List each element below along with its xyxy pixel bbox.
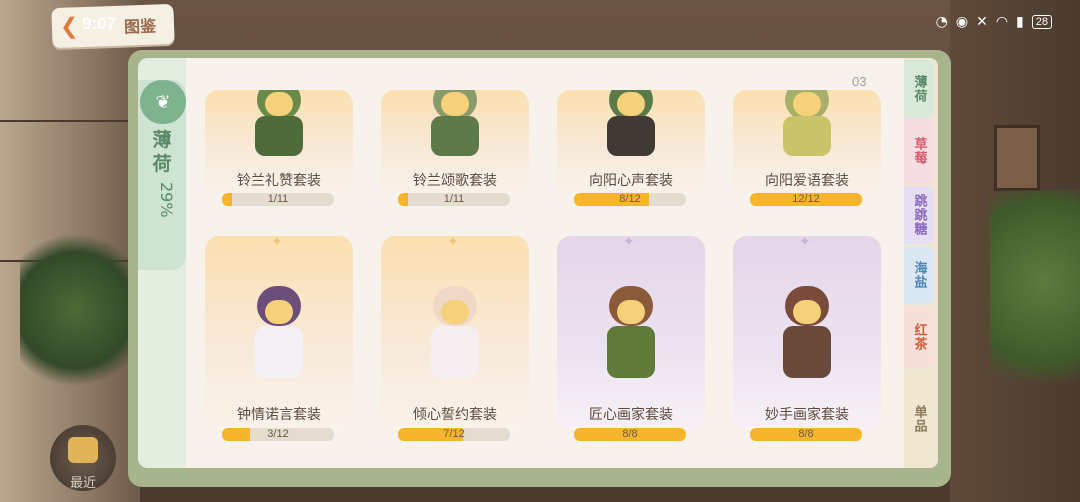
outfit-card[interactable]: ✦ 匠心画家套装 [557,236,705,429]
progress-count: 1/11 [443,193,465,205]
outfit-name: 妙手画家套装 [765,407,849,423]
outfit-character-image [763,256,851,378]
sparkle-icon: ✦ [799,236,811,250]
eye-icon: ◉ [955,14,969,30]
status-icons: ◔ ◉ ✕ ◠ ▮ 28 [936,14,1052,30]
outfit-card[interactable]: ✦ 倾心誓约套装 [381,236,529,429]
outfit-card[interactable]: 向阳心声套装 [557,90,705,195]
outfit-name: 向阳爱语套装 [765,173,849,189]
collection-progress-bar: 7/12 [398,428,510,441]
collection-progress-bar: 8/12 [574,193,686,206]
outfit-name: 钟情诺言套装 [237,407,321,423]
sparkle-icon: ✦ [271,236,283,250]
tab-2[interactable]: 草莓 [904,118,934,184]
tab-4[interactable]: 海盐 [904,246,934,304]
outfit-name: 铃兰礼赞套装 [237,173,321,189]
tab-6[interactable]: 单品 [904,370,934,468]
progress-count: 7/12 [443,428,465,440]
progress-count: 8/8 [622,428,638,440]
outfit-card[interactable]: ✦ 妙手画家套装 [733,236,881,429]
outfit-card[interactable]: ✦ 钟情诺言套装 [205,236,353,429]
outfit-card[interactable]: 向阳爱语套装 [733,90,881,195]
series-progress-percent: 29% [157,182,176,218]
sparkle-icon: ✦ [447,236,459,250]
tab-5[interactable]: 红茶 [904,306,934,368]
wall-plank [0,120,140,122]
page-title: 图鉴 [123,16,157,37]
recent-button[interactable]: 最近 [50,425,116,491]
chest-icon [68,437,98,463]
plant-decoration [990,190,1080,420]
series-name-char: 荷 [152,153,172,175]
wifi-icon: ◠ [995,14,1009,30]
wall-picture [994,125,1040,191]
status-time: 9:07 [82,14,117,33]
series-name-char: 薄 [152,129,172,151]
back-arrow-icon: ❮ [59,14,79,40]
outfit-card[interactable]: 铃兰礼赞套装 [205,90,353,195]
page-number: 03 [852,74,867,89]
battery-indicator: 28 [1031,15,1052,29]
progress-count: 3/12 [267,428,289,440]
outfit-card[interactable]: 铃兰颂歌套装 [381,90,529,195]
outfit-name: 倾心誓约套装 [413,407,497,423]
collection-progress-bar: 8/8 [574,428,686,441]
outfit-character-image [235,256,323,378]
collection-progress-bar: 3/12 [222,428,334,441]
recent-label: 最近 [69,476,96,491]
progress-count: 8/8 [798,428,814,440]
speed-icon: ◔ [935,14,948,30]
collection-progress-bar: 1/11 [222,193,334,206]
tab-1[interactable]: 薄荷 [904,60,934,118]
tab-3[interactable]: 跳跳糖 [904,186,934,244]
outfit-character-image [411,256,499,378]
sparkle-icon: ✦ [623,236,635,250]
signal-icon: ▮ [1016,14,1024,30]
progress-count: 12/12 [792,193,820,205]
outfit-name: 向阳心声套装 [589,173,673,189]
leaf-icon: ❦ [140,80,186,124]
collection-progress-bar: 1/11 [398,193,510,206]
progress-count: 8/12 [619,193,641,205]
progress-count: 1/11 [267,193,289,205]
collection-progress-bar: 8/8 [750,428,862,441]
outfit-character-image [587,256,675,378]
mute-icon: ✕ [976,14,988,30]
outfit-name: 匠心画家套装 [589,407,673,423]
series-name: 薄 荷 [150,128,174,176]
collection-progress-bar: 12/12 [750,193,862,206]
plant-decoration [20,220,130,400]
outfit-name: 铃兰颂歌套装 [413,173,497,189]
